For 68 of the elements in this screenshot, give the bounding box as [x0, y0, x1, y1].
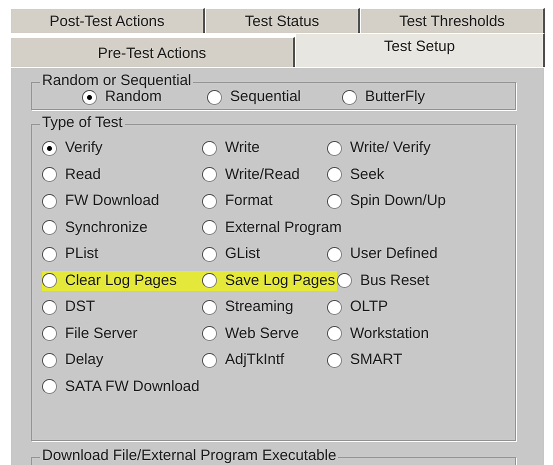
radio-button[interactable] — [42, 220, 57, 236]
radio-button[interactable] — [207, 90, 222, 104]
group-title: Random or Sequential — [40, 72, 194, 90]
radio-button[interactable] — [327, 326, 342, 342]
option-label[interactable]: Sequential — [230, 87, 301, 107]
radio-button[interactable] — [202, 246, 217, 262]
radio-button[interactable] — [342, 90, 357, 104]
option-label[interactable]: PList — [65, 244, 98, 264]
option-label[interactable]: Web Serve — [225, 324, 299, 344]
option-label[interactable]: ButterFly — [365, 87, 426, 107]
radio-button[interactable] — [202, 300, 217, 315]
radio-button[interactable] — [337, 273, 352, 288]
option-label[interactable]: Write/ Verify — [350, 138, 431, 158]
radio-button[interactable] — [202, 194, 217, 209]
radio-button[interactable] — [327, 167, 342, 182]
option-label[interactable]: GList — [225, 244, 260, 264]
option-label[interactable]: Synchronize — [65, 218, 148, 238]
radio-button[interactable] — [327, 300, 342, 315]
option-label[interactable]: SATA FW Download — [65, 376, 200, 397]
radio-button[interactable] — [327, 194, 342, 209]
option-label[interactable]: AdjTkIntf — [225, 350, 284, 370]
radio-button[interactable] — [202, 220, 217, 236]
radio-button[interactable] — [42, 379, 57, 394]
radio-button[interactable] — [42, 246, 57, 262]
option-label[interactable]: Write — [225, 138, 260, 158]
option-label[interactable]: Format — [225, 191, 273, 212]
radio-button[interactable] — [327, 140, 342, 156]
radio-button[interactable] — [202, 326, 217, 342]
radio-button[interactable] — [202, 352, 217, 368]
option-label[interactable]: External Program — [225, 218, 342, 238]
option-label[interactable]: SMART — [350, 350, 402, 370]
radio-button[interactable] — [327, 352, 342, 368]
radio-button[interactable] — [42, 273, 57, 288]
option-label[interactable]: DST — [65, 297, 95, 318]
tab[interactable]: Test Setup — [295, 33, 545, 67]
radio-button[interactable] — [327, 246, 342, 262]
radio-button[interactable] — [42, 300, 57, 315]
option-label[interactable]: Delay — [65, 350, 104, 370]
option-label[interactable]: Read — [65, 164, 101, 185]
option-label[interactable]: Bus Reset — [360, 270, 430, 291]
radio-button[interactable] — [42, 352, 57, 368]
tab[interactable]: Pre-Test Actions — [10, 37, 295, 67]
option-label[interactable]: User Defined — [350, 244, 438, 264]
radio-button[interactable] — [42, 326, 57, 342]
radio-button[interactable] — [42, 194, 57, 209]
option-label[interactable]: Workstation — [350, 324, 429, 344]
radio-button[interactable] — [202, 140, 217, 156]
option-label[interactable]: Random — [105, 87, 162, 107]
radio-button[interactable] — [202, 167, 217, 182]
radio-button[interactable] — [82, 90, 97, 104]
radio-button[interactable] — [202, 273, 217, 288]
option-label[interactable]: Write/Read — [225, 164, 300, 185]
option-label[interactable]: Streaming — [225, 297, 294, 318]
group-title: Download File/External Program Executable — [40, 447, 338, 465]
option-label[interactable]: Clear Log Pages — [65, 270, 177, 291]
option-label[interactable]: File Server — [65, 324, 138, 344]
tab[interactable]: Test Thresholds — [360, 8, 545, 33]
tab[interactable]: Post-Test Actions — [10, 8, 205, 33]
option-label[interactable]: Spin Down/Up — [350, 191, 446, 212]
radio-button[interactable] — [42, 167, 57, 182]
option-label[interactable]: OLTP — [350, 297, 388, 318]
radio-button[interactable] — [42, 140, 57, 156]
option-label[interactable]: Verify — [65, 138, 103, 158]
tab[interactable]: Test Status — [205, 8, 360, 33]
option-label[interactable]: Seek — [350, 164, 384, 185]
group-title: Type of Test — [40, 114, 125, 132]
option-label[interactable]: Save Log Pages — [225, 270, 336, 291]
option-label[interactable]: FW Download — [65, 191, 160, 212]
